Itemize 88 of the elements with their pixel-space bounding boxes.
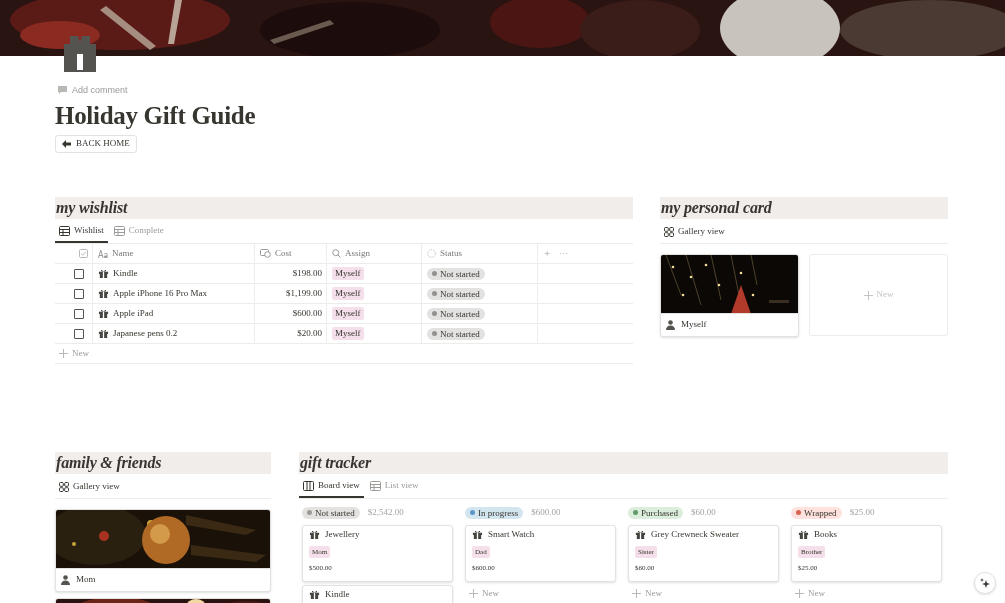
status-badge: Purchased xyxy=(628,506,683,519)
section-heading: my wishlist xyxy=(55,197,633,219)
assistant-button[interactable] xyxy=(974,572,996,594)
column-header[interactable]: Status xyxy=(440,246,462,261)
gift-icon xyxy=(98,268,109,279)
board-icon xyxy=(303,481,314,491)
page-title: Holiday Gift Guide xyxy=(55,101,257,131)
section-heading: gift tracker xyxy=(299,452,948,474)
card-title: Smart Watch xyxy=(488,529,535,540)
back-home-button[interactable]: BACK HOME xyxy=(55,135,137,153)
section-heading: family & friends xyxy=(55,452,271,474)
card-title: Jewellery xyxy=(325,529,360,540)
gallery-card[interactable]: Myself xyxy=(660,254,799,337)
column-header[interactable]: Assign xyxy=(345,246,370,261)
dot-icon xyxy=(432,271,437,276)
view-tab[interactable]: Gallery view xyxy=(660,221,729,243)
row-checkbox[interactable] xyxy=(73,288,84,299)
comment-icon xyxy=(58,86,67,94)
card-title: Kindle xyxy=(325,589,350,600)
row-checkbox[interactable] xyxy=(73,328,84,339)
card-title: Mom xyxy=(76,573,96,587)
gift-icon xyxy=(309,589,320,600)
person-tag: Myself xyxy=(332,307,364,320)
column-header[interactable]: Cost xyxy=(275,246,292,261)
person-tag: Myself xyxy=(332,287,364,300)
plus-icon xyxy=(59,349,68,358)
gift-icon xyxy=(98,288,109,299)
section-heading: my personal card xyxy=(660,197,948,219)
board-card[interactable]: Kindle xyxy=(302,585,453,603)
card-title: Grey Crewneck Sweater xyxy=(651,529,739,540)
status-badge: Not started xyxy=(427,307,485,320)
arrow-left-icon xyxy=(62,140,71,148)
status-icon xyxy=(427,249,436,258)
person-tag: Myself xyxy=(332,327,364,340)
status-badge: Not started xyxy=(427,327,485,340)
plus-icon xyxy=(863,290,873,300)
column-header[interactable]: Name xyxy=(112,246,134,261)
plus-icon xyxy=(469,589,478,599)
status-badge: Not started xyxy=(427,267,485,280)
table-icon xyxy=(59,226,70,236)
gallery-card[interactable]: Mom xyxy=(55,509,271,592)
group-total: $2,542.00 xyxy=(367,505,404,519)
view-tab[interactable]: Wishlist xyxy=(55,221,108,243)
person-icon xyxy=(666,320,675,330)
checkbox-icon xyxy=(79,249,88,258)
text-type-icon xyxy=(98,249,108,258)
status-badge: Not started xyxy=(302,506,360,519)
row-checkbox[interactable] xyxy=(73,268,84,279)
gift-icon xyxy=(472,529,483,540)
gift-icon xyxy=(98,328,109,339)
cost-cell-text: $20.00 xyxy=(297,326,322,340)
dot-icon xyxy=(432,311,437,316)
row-checkbox[interactable] xyxy=(73,308,84,319)
cost-cell-text: $1,199.00 xyxy=(286,286,322,300)
person-tag: Myself xyxy=(332,267,364,280)
item-name[interactable]: Kindle xyxy=(113,266,138,281)
status-badge: Not started xyxy=(427,287,485,300)
gift-icon xyxy=(798,529,809,540)
status-badge: In progress xyxy=(465,506,524,519)
table-icon xyxy=(113,226,125,236)
group-total: $60.00 xyxy=(691,505,716,519)
table-icon xyxy=(369,481,381,491)
group-total: $600.00 xyxy=(531,505,561,519)
gift-icon xyxy=(98,308,109,319)
view-tab[interactable]: Board view xyxy=(299,476,364,498)
status-badge: Wrapped xyxy=(791,506,842,519)
view-tab[interactable]: Gallery view xyxy=(55,476,124,498)
money-icon xyxy=(260,249,271,258)
cost-cell-text: $198.00 xyxy=(292,266,322,280)
card-title: Books xyxy=(814,529,837,540)
dot-icon xyxy=(432,331,437,336)
cost-cell-text: $600.00 xyxy=(292,306,322,320)
search-icon xyxy=(332,249,341,258)
gallery-icon xyxy=(664,227,674,237)
group-total: $25.00 xyxy=(849,505,875,519)
item-name[interactable]: Apple iPad xyxy=(113,306,154,321)
item-name[interactable]: Japanese pens 0.2 xyxy=(113,326,178,341)
dot-icon xyxy=(432,291,437,296)
sparkle-icon xyxy=(980,578,990,588)
card-title: Myself xyxy=(681,318,707,332)
plus-icon xyxy=(795,589,804,599)
gift-icon xyxy=(635,529,646,540)
person-icon xyxy=(61,575,70,585)
gift-icon xyxy=(309,529,320,540)
gift-icon xyxy=(62,36,98,72)
item-name[interactable]: Apple iPhone 16 Pro Max xyxy=(113,286,207,301)
gallery-icon xyxy=(59,482,69,492)
plus-icon xyxy=(632,589,641,599)
